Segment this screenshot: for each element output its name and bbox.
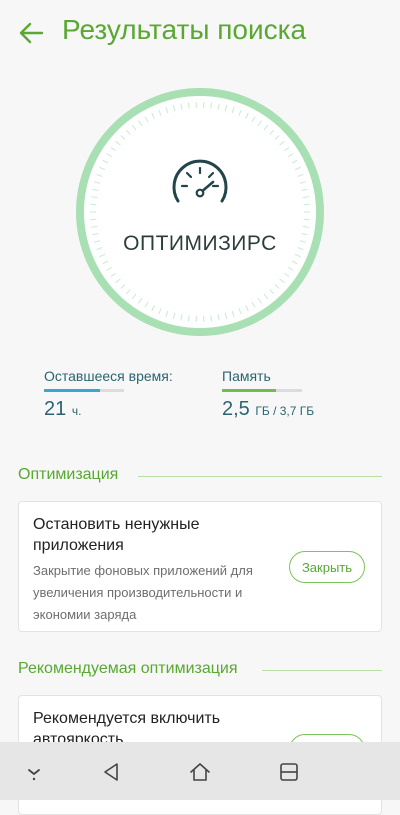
home-icon[interactable] <box>188 760 212 784</box>
section-title-recommended: Рекомендуемая оптимизация <box>18 660 238 678</box>
dial-ring <box>72 84 328 340</box>
remaining-time-bar-fill <box>44 389 100 392</box>
remaining-time-unit: ч. <box>72 404 82 418</box>
navigation-bar <box>0 742 400 800</box>
memory-unit: ГБ / 3,7 ГБ <box>255 404 314 418</box>
page-title: Результаты поиска <box>62 14 306 46</box>
back-triangle-icon[interactable] <box>99 760 123 784</box>
remaining-time-label: Оставшееся время: <box>44 368 173 384</box>
memory-value: 2,5 ГБ / 3,7 ГБ <box>222 398 314 421</box>
dial-tick <box>211 315 212 321</box>
dial-tick <box>211 103 212 109</box>
section-title-optimization: Оптимизация <box>18 466 118 484</box>
section-divider <box>138 476 382 477</box>
memory-bar-fill <box>222 389 276 392</box>
remaining-time-bar <box>44 389 124 392</box>
section-divider <box>262 670 382 671</box>
app-header: Результаты поиска <box>0 0 400 68</box>
remaining-time-number: 21 <box>44 398 66 420</box>
recents-icon[interactable] <box>277 760 301 784</box>
optimize-dial[interactable] <box>72 84 328 340</box>
dial-tick <box>189 315 190 321</box>
dial-tick <box>189 103 190 109</box>
dial-label: ОПТИМИЗИРС <box>0 232 400 256</box>
arrow-left-icon[interactable] <box>16 18 46 48</box>
memory-label: Память <box>222 368 314 384</box>
card-description: Закрытие фоновых приложений для увеличен… <box>33 560 273 626</box>
memory-number: 2,5 <box>222 398 250 420</box>
memory-bar <box>222 389 302 392</box>
card-title: Остановить ненужные приложения <box>33 514 263 556</box>
remaining-time-stat: Оставшееся время: 21 ч. <box>44 368 173 421</box>
remaining-time-value: 21 ч. <box>44 398 173 421</box>
close-apps-button[interactable]: Закрыть <box>289 551 365 583</box>
memory-stat: Память 2,5 ГБ / 3,7 ГБ <box>222 368 314 421</box>
stop-apps-card: Остановить ненужные приложения Закрытие … <box>18 501 382 632</box>
chevron-down-icon[interactable] <box>22 760 46 784</box>
